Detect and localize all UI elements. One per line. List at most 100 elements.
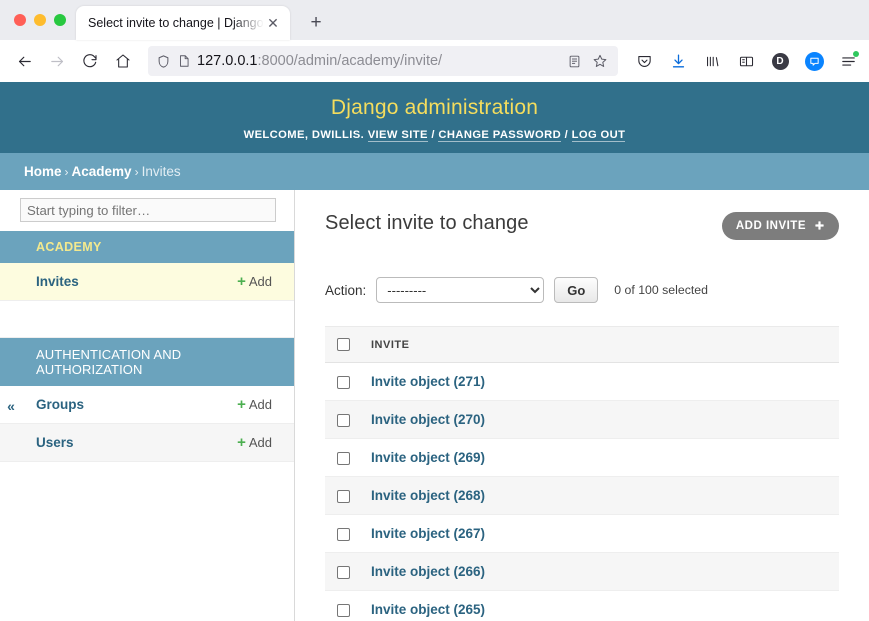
star-icon[interactable] (592, 53, 608, 69)
page-icon[interactable] (177, 54, 191, 68)
minimize-window-button[interactable] (34, 14, 46, 26)
row-name-cell: Invite object (266) (363, 552, 839, 591)
go-button[interactable]: Go (554, 277, 599, 303)
row-name-cell: Invite object (268) (363, 476, 839, 515)
breadcrumb-home[interactable]: Home (24, 164, 62, 179)
url-text: 127.0.0.1:8000/admin/academy/invite/ (197, 53, 561, 69)
profile-glyph (804, 51, 824, 71)
sidebar-item-users[interactable]: Users + Add (0, 424, 294, 462)
download-icon[interactable] (665, 48, 691, 74)
table-row[interactable]: Invite object (265) (325, 590, 839, 621)
sidebar-collapse-toggle[interactable]: « (0, 190, 22, 621)
action-bar: Action: --------- Go 0 of 100 selected (325, 277, 839, 303)
row-checkbox[interactable] (337, 527, 350, 541)
username-label: DWILLIS (311, 129, 361, 141)
row-checkbox[interactable] (337, 451, 350, 465)
table-row[interactable]: Invite object (267) (325, 514, 839, 553)
address-bar[interactable]: 127.0.0.1:8000/admin/academy/invite/ (148, 46, 618, 76)
table-row[interactable]: Invite object (268) (325, 476, 839, 515)
invite-link[interactable]: Invite object (269) (371, 450, 485, 465)
page-title: Select invite to change (325, 212, 529, 234)
sidebar-item-label[interactable]: Groups (36, 397, 84, 412)
table-header-row: INVITE (325, 326, 839, 363)
select-all-header (325, 326, 363, 363)
table-row[interactable]: Invite object (270) (325, 400, 839, 439)
add-users-link[interactable]: + Add (237, 435, 272, 450)
invite-link[interactable]: Invite object (268) (371, 488, 485, 503)
table-row[interactable]: Invite object (271) (325, 362, 839, 401)
sidebar-item-label[interactable]: Invites (36, 274, 79, 289)
forward-arrow-icon[interactable] (41, 45, 73, 77)
reader-view-icon[interactable] (567, 54, 582, 69)
app-block-auth: AUTHENTICATION AND AUTHORIZATION Groups … (0, 338, 294, 462)
sidebar-filter-wrap (0, 198, 294, 222)
row-name-cell: Invite object (269) (363, 438, 839, 477)
row-checkbox[interactable] (337, 413, 350, 427)
row-checkbox[interactable] (337, 489, 350, 503)
window-controls (10, 0, 76, 40)
shield-icon[interactable] (156, 54, 171, 69)
results-table: INVITE Invite object (271) Invite object… (325, 326, 839, 621)
row-name-cell: Invite object (271) (363, 362, 839, 401)
add-invite-button[interactable]: ADD INVITE (721, 212, 839, 240)
toolbar-icons: D (627, 48, 861, 74)
reload-icon[interactable] (74, 45, 106, 77)
column-header-invite[interactable]: INVITE (363, 326, 839, 363)
invite-link[interactable]: Invite object (270) (371, 412, 485, 427)
update-badge (853, 51, 859, 57)
row-select-cell (325, 590, 363, 621)
new-tab-button[interactable]: + (300, 6, 332, 38)
account-d-icon[interactable]: D (767, 48, 793, 74)
table-row[interactable]: Invite object (266) (325, 552, 839, 591)
close-window-button[interactable] (14, 14, 26, 26)
view-site-link[interactable]: VIEW SITE (367, 129, 428, 142)
home-icon[interactable] (107, 45, 139, 77)
sidebar-item-groups[interactable]: Groups + Add (0, 386, 294, 424)
row-name-cell: Invite object (270) (363, 400, 839, 439)
action-select[interactable]: --------- (376, 277, 545, 303)
row-select-cell (325, 476, 363, 515)
row-select-cell (325, 514, 363, 553)
main-header: Select invite to change ADD INVITE (325, 212, 839, 240)
menu-icon[interactable] (835, 48, 861, 74)
breadcrumb: Home › Academy › Invites (0, 153, 869, 190)
row-checkbox[interactable] (337, 565, 350, 579)
sidebar-item-label[interactable]: Users (36, 435, 74, 450)
browser-window: Select invite to change | Django site ✕ … (0, 0, 869, 621)
browser-tab[interactable]: Select invite to change | Django site ✕ (76, 6, 290, 40)
select-all-checkbox[interactable] (337, 338, 350, 351)
invite-link[interactable]: Invite object (271) (371, 374, 485, 389)
change-password-link[interactable]: CHANGE PASSWORD (438, 129, 562, 142)
action-label: Action: (325, 282, 367, 298)
tab-strip: Select invite to change | Django site ✕ … (0, 0, 869, 40)
sidebar-spacer (0, 301, 294, 338)
app-header-auth: AUTHENTICATION AND AUTHORIZATION (0, 338, 294, 386)
add-groups-link[interactable]: + Add (237, 397, 272, 412)
add-invites-link[interactable]: + Add (237, 274, 272, 289)
sidebar-icon[interactable] (733, 48, 759, 74)
pocket-icon[interactable] (631, 48, 657, 74)
row-select-cell (325, 552, 363, 591)
navigation-toolbar: 127.0.0.1:8000/admin/academy/invite/ D (0, 40, 869, 82)
invite-link[interactable]: Invite object (266) (371, 564, 485, 579)
table-row[interactable]: Invite object (269) (325, 438, 839, 477)
row-checkbox[interactable] (337, 603, 350, 617)
library-icon[interactable] (699, 48, 725, 74)
close-icon[interactable]: ✕ (264, 14, 282, 32)
maximize-window-button[interactable] (54, 14, 66, 26)
table-body: Invite object (271) Invite object (270) … (325, 362, 839, 621)
profile-circle-icon[interactable] (801, 48, 827, 74)
invite-link[interactable]: Invite object (265) (371, 602, 485, 617)
selection-count: 0 of 100 selected (614, 283, 708, 297)
breadcrumb-academy[interactable]: Academy (72, 164, 132, 179)
main-content: Select invite to change ADD INVITE Actio… (295, 190, 869, 621)
sidebar-item-invites[interactable]: Invites + Add (0, 263, 294, 301)
log-out-link[interactable]: LOG OUT (571, 129, 626, 142)
search-input[interactable] (20, 198, 276, 222)
row-select-cell (325, 438, 363, 477)
breadcrumb-chevron-2: › (134, 165, 139, 179)
invite-link[interactable]: Invite object (267) (371, 526, 485, 541)
row-checkbox[interactable] (337, 375, 350, 389)
back-arrow-icon[interactable] (8, 45, 40, 77)
plus-icon: + (237, 273, 246, 290)
